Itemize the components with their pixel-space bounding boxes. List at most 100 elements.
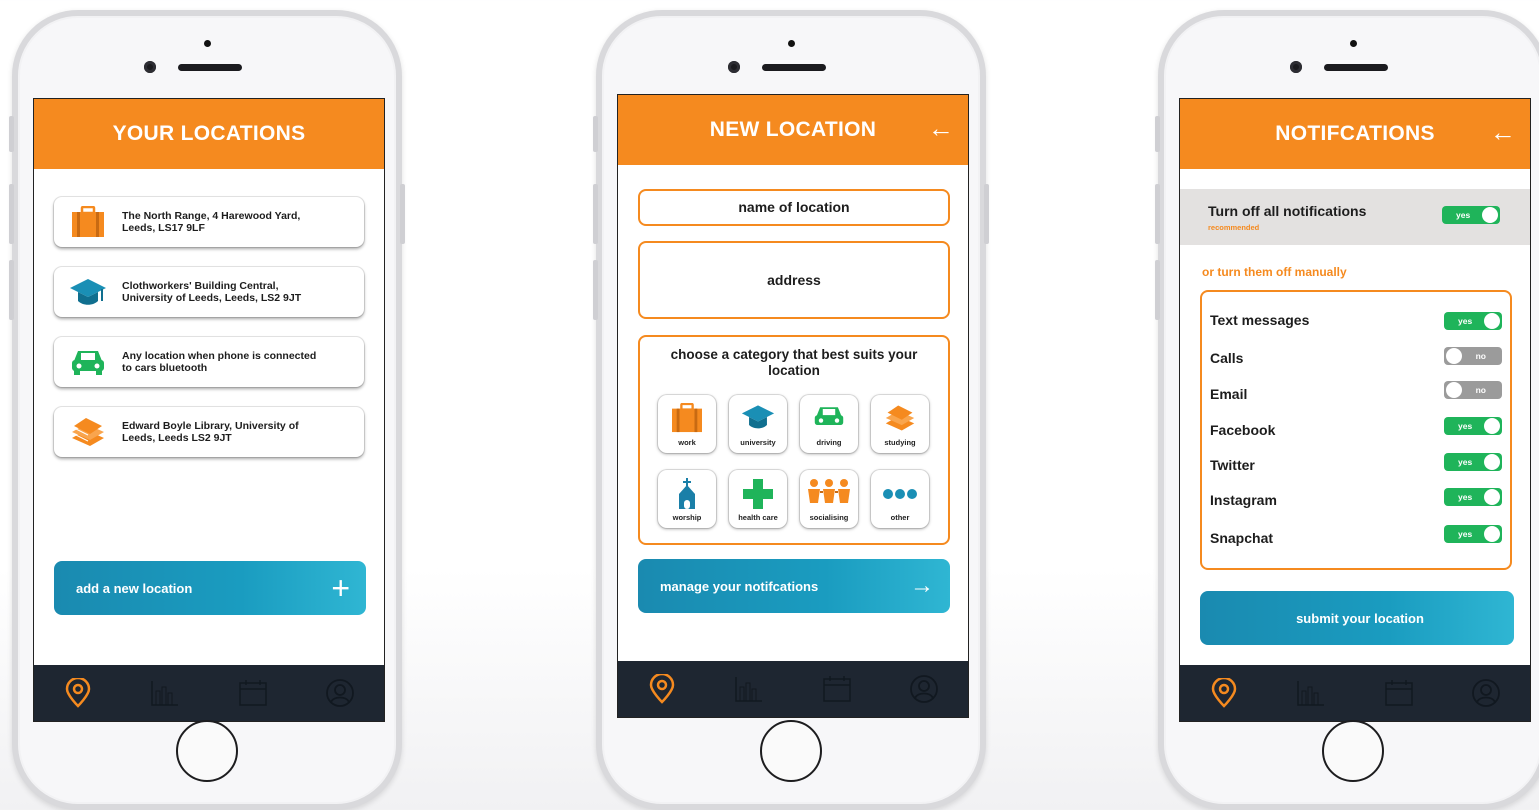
toggle-state: yes: [1458, 316, 1473, 326]
power-button: [400, 184, 405, 244]
plus-icon: +: [331, 569, 350, 606]
snapchat-toggle[interactable]: yes: [1444, 525, 1502, 543]
tab-bar: [618, 661, 968, 717]
front-camera-icon: [728, 61, 740, 73]
phone-frame-notifications: NOTIFCATIONS ← Turn off all notification…: [1155, 10, 1539, 810]
category-studying[interactable]: studying: [871, 395, 929, 453]
home-button[interactable]: [176, 720, 238, 782]
volume-down-button: [9, 260, 14, 320]
location-card[interactable]: The North Range, 4 Harewood Yard, Leeds,…: [54, 197, 364, 247]
toggle-knob: [1484, 418, 1500, 434]
graduation-cap-icon: [729, 403, 787, 433]
category-label: health care: [738, 513, 778, 522]
phone-frame-new-location: NEW LOCATION ← name of location address …: [593, 10, 989, 810]
car-icon: [68, 342, 108, 382]
notif-label-instagram: Instagram: [1210, 492, 1277, 508]
home-button[interactable]: [1322, 720, 1384, 782]
category-work[interactable]: work: [658, 395, 716, 453]
toggle-knob: [1482, 207, 1498, 223]
profile-icon[interactable]: [322, 675, 358, 711]
power-button: [984, 184, 989, 244]
turn-off-all-toggle[interactable]: yes: [1442, 206, 1500, 224]
category-health-care[interactable]: health care: [729, 470, 787, 528]
bar-chart-icon[interactable]: [731, 671, 767, 707]
facebook-toggle[interactable]: yes: [1444, 417, 1502, 435]
home-button[interactable]: [760, 720, 822, 782]
notif-label-facebook: Facebook: [1210, 422, 1276, 438]
category-label: studying: [884, 438, 916, 447]
category-label: university: [740, 438, 776, 447]
location-pin-icon[interactable]: [1206, 675, 1242, 711]
location-pin-icon[interactable]: [644, 671, 680, 707]
car-icon: [800, 403, 858, 433]
briefcase-icon: [68, 202, 108, 242]
toggle-state: yes: [1458, 529, 1473, 539]
manage-notifications-button[interactable]: manage your notifcations →: [638, 559, 950, 613]
submit-location-label: submit your location: [1296, 610, 1424, 626]
proximity-sensor: [1350, 40, 1357, 47]
side-button: [1155, 116, 1160, 152]
proximity-sensor: [788, 40, 795, 47]
location-card[interactable]: Any location when phone is connected to …: [54, 337, 364, 387]
volume-up-button: [593, 184, 598, 244]
add-location-button[interactable]: add a new location +: [54, 561, 366, 615]
proximity-sensor: [204, 40, 211, 47]
screen-your-locations: YOUR LOCATIONS The North Range, 4 Harewo…: [33, 98, 385, 722]
text-messages-toggle[interactable]: yes: [1444, 312, 1502, 330]
side-button: [9, 116, 14, 152]
category-other[interactable]: other: [871, 470, 929, 528]
email-toggle[interactable]: no: [1444, 381, 1502, 399]
notif-label-text-messages: Text messages: [1210, 312, 1310, 328]
page-title-text: YOUR LOCATIONS: [112, 122, 306, 145]
manage-notifications-label: manage your notifcations: [660, 578, 819, 594]
category-university[interactable]: university: [729, 395, 787, 453]
address-input[interactable]: address: [638, 241, 950, 319]
briefcase-icon: [658, 403, 716, 433]
side-button: [593, 116, 598, 152]
calendar-icon[interactable]: [235, 675, 271, 711]
bar-chart-icon[interactable]: [1293, 675, 1329, 711]
notif-label-twitter: Twitter: [1210, 457, 1255, 473]
volume-up-button: [9, 184, 14, 244]
submit-location-button[interactable]: submit your location: [1200, 591, 1514, 645]
add-location-label: add a new location: [76, 580, 193, 596]
toggle-knob: [1446, 348, 1462, 364]
profile-icon[interactable]: [906, 671, 942, 707]
back-arrow-icon[interactable]: ←: [928, 95, 954, 161]
instagram-toggle[interactable]: yes: [1444, 488, 1502, 506]
calendar-icon[interactable]: [819, 671, 855, 707]
calls-toggle[interactable]: no: [1444, 347, 1502, 365]
recommended-label: recommended: [1208, 223, 1260, 232]
earpiece-speaker: [178, 64, 242, 71]
category-driving[interactable]: driving: [800, 395, 858, 453]
category-worship[interactable]: worship: [658, 470, 716, 528]
tab-bar: [1180, 665, 1530, 721]
category-socialising[interactable]: socialising: [800, 470, 858, 528]
location-address: Any location when phone is connected to …: [122, 350, 317, 374]
back-arrow-icon[interactable]: ←: [1490, 99, 1516, 165]
twitter-toggle[interactable]: yes: [1444, 453, 1502, 471]
front-camera-icon: [144, 61, 156, 73]
profile-icon[interactable]: [1468, 675, 1504, 711]
notif-label-calls: Calls: [1210, 350, 1244, 366]
earpiece-speaker: [1324, 64, 1388, 71]
category-label: work: [678, 438, 696, 447]
category-label: socialising: [809, 513, 849, 522]
category-selector: choose a category that best suits your l…: [638, 335, 950, 545]
bar-chart-icon[interactable]: [147, 675, 183, 711]
graduation-cap-icon: [68, 272, 108, 312]
location-address: Edward Boyle Library, University of Leed…: [122, 420, 299, 444]
calendar-icon[interactable]: [1381, 675, 1417, 711]
location-address: Clothworkers' Building Central, Universi…: [122, 280, 302, 304]
location-name-input[interactable]: name of location: [638, 189, 950, 226]
location-card[interactable]: Edward Boyle Library, University of Leed…: [54, 407, 364, 457]
location-pin-icon[interactable]: [60, 675, 96, 711]
toggle-state: yes: [1456, 210, 1471, 220]
location-card[interactable]: Clothworkers' Building Central, Universi…: [54, 267, 364, 317]
notif-label-snapchat: Snapchat: [1210, 530, 1274, 546]
toggle-state: no: [1475, 351, 1486, 361]
toggle-state: yes: [1458, 492, 1473, 502]
toggle-state: no: [1475, 385, 1486, 395]
arrow-right-icon: →: [910, 572, 934, 599]
page-title: YOUR LOCATIONS: [34, 99, 384, 169]
